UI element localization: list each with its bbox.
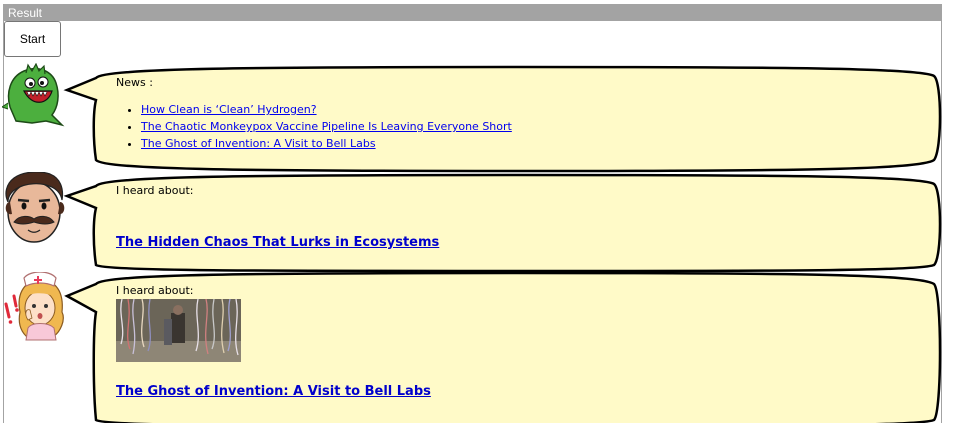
news-list-item: The Chaotic Monkeypox Vaccine Pipeline I… (141, 120, 916, 133)
news-list-item: The Ghost of Invention: A Visit to Bell … (141, 137, 916, 150)
green-monster-icon (2, 63, 65, 127)
nurse-icon (4, 272, 64, 341)
headline-link-bell-labs[interactable]: The Ghost of Invention: A Visit to Bell … (116, 384, 431, 399)
bubble-3-intro: I heard about: (116, 284, 194, 297)
bell-labs-photo (116, 299, 241, 362)
bubble-3-headline: The Ghost of Invention: A Visit to Bell … (116, 384, 431, 399)
news-list: How Clean is ‘Clean’ Hydrogen? The Chaot… (116, 103, 916, 150)
bubble-2-intro: I heard about: (116, 184, 194, 197)
news-link-3[interactable]: The Ghost of Invention: A Visit to Bell … (141, 137, 376, 150)
bubble-1-intro: News : (116, 76, 153, 89)
article-thumbnail[interactable] (116, 299, 241, 362)
bubble-2-headline: The Hidden Chaos That Lurks in Ecosystem… (116, 235, 439, 250)
mustache-man-icon (5, 172, 65, 243)
news-list-item: How Clean is ‘Clean’ Hydrogen? (141, 103, 916, 116)
headline-link-ecosystems[interactable]: The Hidden Chaos That Lurks in Ecosystem… (116, 235, 439, 250)
news-link-2[interactable]: The Chaotic Monkeypox Vaccine Pipeline I… (141, 120, 512, 133)
news-link-1[interactable]: How Clean is ‘Clean’ Hydrogen? (141, 103, 317, 116)
bubble-1-content: News : How Clean is ‘Clean’ Hydrogen? Th… (116, 76, 916, 154)
speech-bubble-2 (63, 173, 942, 273)
